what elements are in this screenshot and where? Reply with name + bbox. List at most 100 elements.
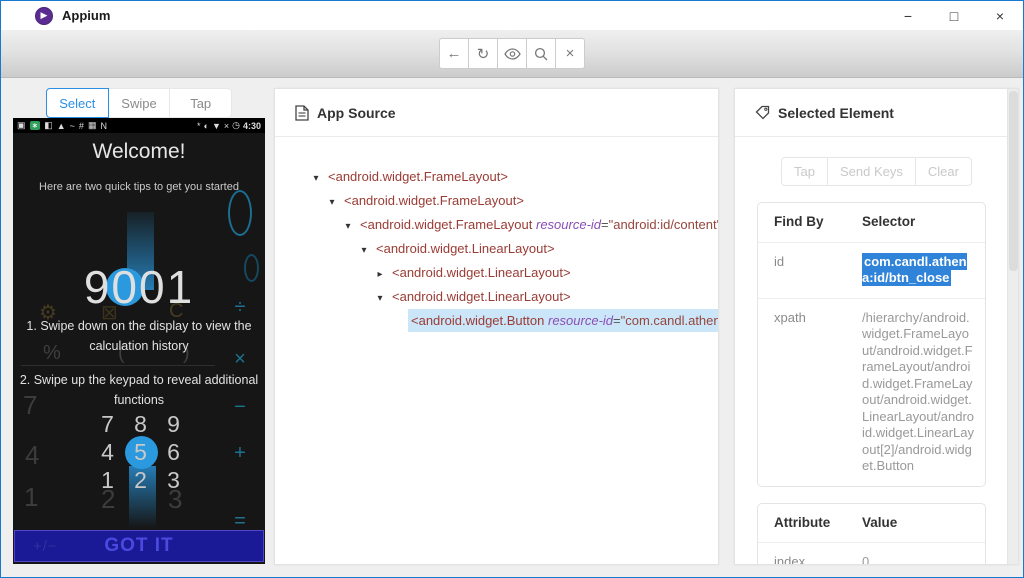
toolbar: ← ↻ × [1,30,1023,78]
keypad-key-3: 3 [167,466,180,493]
status-icon: ◐ [203,120,209,131]
status-icon: ▲ [56,120,66,131]
status-icon: * [196,120,201,131]
tab-swipe[interactable]: Swipe [107,88,171,118]
display-digit: 0 [139,261,167,313]
search-icon [534,47,548,60]
source-tree: ▾ <android.widget.FrameLayout> ▾ <android.w… [275,137,718,333]
welcome-subtitle: Here are two quick tips to get you start… [39,181,239,193]
tree-node[interactable]: ▸ <android.widget.LinearLayout> [275,261,718,285]
close-button[interactable]: × [977,1,1023,30]
keypad-key-7: 7 [101,410,114,437]
close-icon: × [565,45,575,62]
scrollbar[interactable] [1007,89,1018,564]
clear-button[interactable]: Clear [914,157,972,186]
back-button[interactable]: ← [439,38,469,69]
status-icon: ◧ [44,120,53,130]
refresh-button[interactable]: ↻ [468,38,498,69]
tree-node[interactable]: ▾ <android.widget.LinearLayout> [275,237,718,261]
plus-minus-key: +/− [33,537,58,555]
status-bar-left-icons: ▣ ∗ ◧ ▲ ~ # ▦ N [17,120,107,131]
keypad-key-1: 1 [101,466,114,493]
got-it-button[interactable]: +/− GOT IT [14,530,264,562]
got-it-label: GOT IT [104,535,174,556]
appium-logo-icon: ▶ [35,6,53,25]
status-icon: ~ [69,120,75,131]
table-header: Value [862,514,898,530]
operator-key: + [234,442,246,464]
expander-icon[interactable]: ▸ [373,263,387,285]
main-area: Select Swipe Tap ▣ ∗ ◧ ▲ ~ # ▦ N * ◐ ▼ × ◷ 4:30 Welcom… [1,78,1023,577]
dimmed-digit: 1 [24,482,39,512]
tag-icon [755,105,770,120]
attribute-table: Attribute Value index 0 [757,502,986,565]
expander-icon[interactable]: ▾ [373,287,387,309]
row-value[interactable]: 0 [862,554,985,564]
tab-select[interactable]: Select [46,88,109,118]
search-button[interactable] [526,38,556,69]
tree-node[interactable]: ▾ <android.widget.FrameLayout> [275,189,718,213]
app-source-header: App Source [275,89,718,137]
toolbar-button-group: ← ↻ × [439,38,585,69]
highlight-elements-button[interactable] [497,38,527,69]
display-digit: 1 [166,261,195,313]
tree-node[interactable]: ▾ <android.widget.LinearLayout> [275,285,718,309]
welcome-title: Welcome! [92,140,186,163]
interaction-mode-tabs: Select Swipe Tap [46,88,233,118]
find-by-table: Find By Selector id com.candl.athena:id/btn… [757,202,986,487]
status-icon: ∗ [29,121,41,130]
table-row: index 0 [758,542,985,565]
scrollbar-thumb[interactable] [1009,91,1018,271]
display-zero-outline [228,190,252,236]
status-icon: ▦ [87,120,97,130]
document-icon [295,104,309,121]
row-value[interactable]: com.candl.athena:id/btn_close [862,252,985,287]
minimize-button[interactable]: − [885,1,931,30]
device-screenshot[interactable]: ▣ ∗ ◧ ▲ ~ # ▦ N * ◐ ▼ × ◷ 4:30 Welcome! Here are two… [13,118,265,564]
status-icon: # [78,120,84,131]
keypad: 789 456 123 [91,410,190,494]
keypad-key-9: 9 [167,410,180,437]
status-icon: ▣ [17,120,26,130]
tree-node-selected[interactable]: <android.widget.Button resource-id="com.… [275,309,718,333]
window-controls: − □ × [885,1,1023,30]
app-source-panel: App Source ▾ <android.widget.FrameLayout>… [274,88,719,565]
window-title: Appium [62,8,111,23]
send-keys-button[interactable]: Send Keys [827,157,916,186]
quit-session-button[interactable]: × [555,38,585,69]
table-row: id com.candl.athena:id/btn_close [758,241,985,298]
table-header: Find By [774,214,824,229]
maximize-button[interactable]: □ [931,1,977,30]
element-actions: Tap Send Keys Clear [735,157,1018,186]
display-digit: 0 [106,261,144,313]
screenshot-column: Select Swipe Tap ▣ ∗ ◧ ▲ ~ # ▦ N * ◐ ▼ × ◷ 4:30 Welcom… [13,88,265,564]
row-key: id [774,253,785,269]
expander-icon[interactable]: ▾ [309,167,323,189]
title-bar: ▶ Appium − □ × [1,1,1023,30]
row-value[interactable]: /hierarchy/android.widget.FrameLayout/an… [862,310,985,475]
status-icon: × [223,120,230,131]
selected-element-body: Tap Send Keys Clear Find By Selector id com.c… [735,157,1018,565]
app-source-title: App Source [317,104,396,121]
row-key: xpath [774,309,806,325]
keypad-key-5: 5 [124,436,158,469]
status-icon: ◷ [232,120,240,130]
divider-line [21,365,215,366]
status-bar-right-icons: * ◐ ▼ × ◷ 4:30 [197,120,261,131]
tree-node[interactable]: ▾ <android.widget.FrameLayout resource-id… [275,213,718,237]
expander-icon[interactable]: ▾ [325,191,339,213]
eye-icon [503,47,521,60]
status-icon: ▼ [211,120,221,131]
tap-button[interactable]: Tap [781,157,828,186]
row-key: index [774,554,806,565]
dimmed-digit: 4 [25,440,40,470]
selected-element-title: Selected Element [778,104,894,121]
expander-icon[interactable]: ▾ [341,215,355,237]
selected-element-header: Selected Element [735,89,1018,137]
tree-node[interactable]: ▾ <android.widget.FrameLayout> [275,165,718,189]
table-header: Attribute [774,514,831,530]
tip-2-text: 2. Swipe up the keypad to reveal additio… [19,373,259,407]
keypad-key-8: 8 [134,410,147,437]
tab-tap[interactable]: Tap [169,88,233,118]
expander-icon[interactable]: ▾ [357,239,371,261]
